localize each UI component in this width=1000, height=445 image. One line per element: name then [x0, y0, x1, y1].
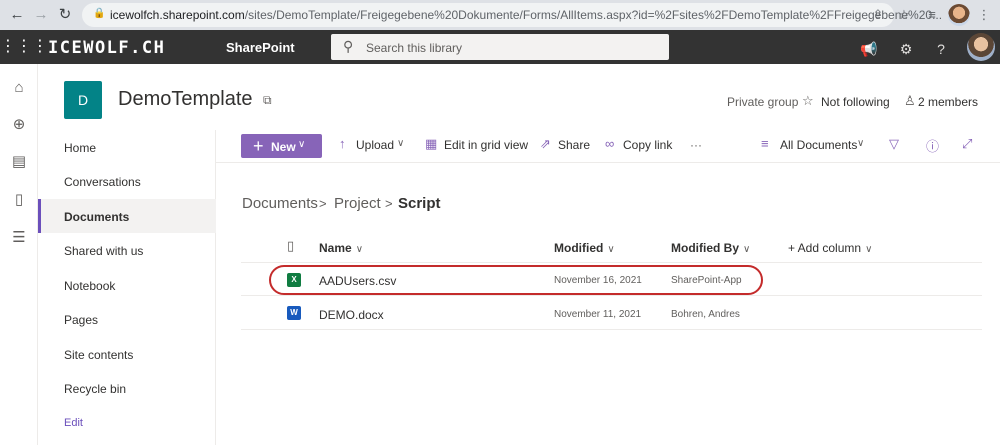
browser-profile-icon[interactable] — [948, 4, 970, 26]
breadcrumb-project[interactable]: Project — [334, 195, 381, 212]
breadcrumb-separator: > — [319, 196, 327, 211]
lock-icon: 🔒 — [93, 8, 106, 19]
nav-item-label: Pages — [64, 313, 99, 327]
search-icon: ⚲ — [343, 38, 354, 54]
nav-item-shared-with-us[interactable]: Shared with us — [38, 233, 216, 267]
column-header-modified-by[interactable]: Modified By ∨ — [671, 241, 750, 255]
link-icon: ∞ — [605, 136, 615, 151]
excel-file-icon: X — [287, 273, 301, 287]
nav-item-conversations[interactable]: Conversations — [38, 164, 216, 198]
add-column-label: + Add column — [788, 241, 862, 255]
column-header-modified[interactable]: Modified ∨ — [554, 241, 615, 255]
view-options-icon: ≡ — [761, 136, 769, 151]
view-selector[interactable]: All Documents — [780, 138, 857, 152]
url-host: icewolfch.sharepoint.com — [110, 8, 245, 22]
chevron-down-icon[interactable]: ∨ — [397, 138, 404, 149]
nav-item-notebook[interactable]: Notebook — [38, 268, 216, 302]
nav-item-label: Shared with us — [64, 244, 144, 258]
news-icon[interactable]: ▤ — [9, 152, 29, 172]
site-logo[interactable]: D — [64, 81, 102, 119]
nav-item-label: Home — [64, 141, 97, 155]
megaphone-icon[interactable]: 📢 — [858, 38, 880, 60]
brand-logo[interactable]: ICEWOLF.CH — [48, 38, 198, 56]
column-header-name[interactable]: Name ∨ — [319, 241, 363, 255]
nav-edit-link[interactable]: Edit — [38, 406, 216, 440]
modified-by[interactable]: SharePoint-App — [671, 275, 742, 286]
column-header-label: Name — [319, 241, 352, 255]
reload-icon[interactable]: ↻ — [54, 4, 76, 26]
breadcrumb-documents[interactable]: Documents — [242, 195, 318, 212]
upload-button[interactable]: Upload — [356, 138, 394, 152]
privacy-label: Private group — [727, 95, 799, 109]
nav-item-label: Conversations — [64, 175, 141, 189]
chevron-down-icon: ∨ — [743, 244, 751, 255]
plus-icon: + — [253, 136, 264, 156]
chevron-down-icon: ∨ — [355, 244, 364, 255]
word-file-icon: W — [287, 306, 301, 320]
chevron-down-icon[interactable]: ∨ — [857, 138, 864, 149]
new-button[interactable]: + New ∨ — [241, 134, 322, 158]
file-type-icon[interactable]: ▯ — [287, 238, 294, 254]
file-name-link[interactable]: DEMO.docx — [319, 308, 384, 322]
more-options-button[interactable]: ··· — [690, 138, 702, 152]
grid-icon: ▦ — [425, 136, 438, 151]
nav-item-home[interactable]: Home — [38, 130, 216, 164]
add-column-button[interactable]: + Add column ∨ — [788, 241, 872, 255]
back-icon[interactable]: ← — [6, 4, 28, 26]
follow-button[interactable]: Not following — [821, 95, 890, 109]
nav-item-documents[interactable]: Documents — [38, 199, 216, 233]
browser-menu-icon[interactable]: ⋮ — [974, 5, 994, 25]
site-title[interactable]: DemoTemplate — [118, 88, 253, 111]
upload-icon: ↑ — [339, 136, 346, 151]
edit-grid-button[interactable]: Edit in grid view — [444, 138, 528, 152]
url-path: /sites/DemoTemplate/Freigegebene%20Dokum… — [244, 8, 943, 22]
file-icon[interactable]: ▯ — [9, 190, 29, 210]
avatar[interactable] — [967, 33, 995, 61]
share-button[interactable]: Share — [558, 138, 590, 152]
new-button-label: New — [271, 140, 296, 154]
filter-icon[interactable]: ▽ — [889, 136, 899, 152]
url-text[interactable]: icewolfch.sharepoint.com/sites/DemoTempl… — [110, 8, 942, 22]
modified-date: November 11, 2021 — [554, 309, 642, 320]
column-header-label: Modified — [554, 241, 604, 255]
lists-icon[interactable]: ☰ — [9, 228, 29, 248]
gear-icon[interactable]: ⚙ — [895, 38, 917, 60]
nav-item-label: Edit — [64, 417, 83, 429]
copy-link-button[interactable]: Copy link — [623, 138, 672, 152]
column-header-label: Modified By — [671, 241, 739, 255]
chevron-down-icon: ∨ — [298, 139, 306, 150]
nav-item-label: Recycle bin — [64, 382, 127, 396]
nav-item-label: Site contents — [64, 348, 134, 362]
chevron-down-icon: ∨ — [865, 244, 873, 255]
members-button[interactable]: 2 members — [918, 95, 978, 109]
nav-item-pages[interactable]: Pages — [38, 302, 216, 336]
info-icon[interactable]: ⓘ — [926, 136, 939, 155]
globe-icon[interactable]: ⊕ — [9, 115, 29, 135]
nav-item-label: Documents — [64, 210, 130, 224]
help-icon[interactable]: ? — [930, 38, 952, 60]
share-page-icon[interactable]: ⇪ — [868, 5, 888, 25]
modified-date: November 16, 2021 — [554, 275, 642, 286]
chevron-down-icon: ∨ — [607, 244, 615, 255]
nav-item-label: Notebook — [64, 279, 116, 293]
app-name[interactable]: SharePoint — [226, 40, 295, 55]
breadcrumb-current: Script — [398, 195, 441, 212]
brand-logo-text: ICEWOLF.CH — [48, 38, 165, 56]
search-placeholder: Search this library — [366, 41, 463, 55]
teams-icon: ⧉ — [263, 93, 272, 107]
modified-by[interactable]: Bohren, Andres — [671, 309, 740, 320]
expand-icon[interactable]: ⤢ — [962, 136, 972, 152]
app-launcher-icon[interactable]: ⋮⋮⋮ — [0, 30, 48, 64]
share-icon: ⇗ — [540, 136, 551, 151]
forward-icon[interactable]: → — [30, 4, 52, 26]
breadcrumb-separator: > — [385, 196, 393, 211]
nav-item-site-contents[interactable]: Site contents — [38, 337, 216, 371]
reading-list-icon[interactable]: ≡ — [922, 5, 942, 25]
person-icon[interactable]: ♙ — [904, 93, 916, 109]
home-icon[interactable]: ⌂ — [9, 78, 29, 98]
star-icon[interactable]: ☆ — [802, 93, 814, 109]
nav-item-recycle-bin[interactable]: Recycle bin — [38, 371, 216, 405]
bookmark-star-icon[interactable]: ☆ — [894, 5, 914, 25]
file-name-link[interactable]: AADUsers.csv — [319, 274, 396, 288]
